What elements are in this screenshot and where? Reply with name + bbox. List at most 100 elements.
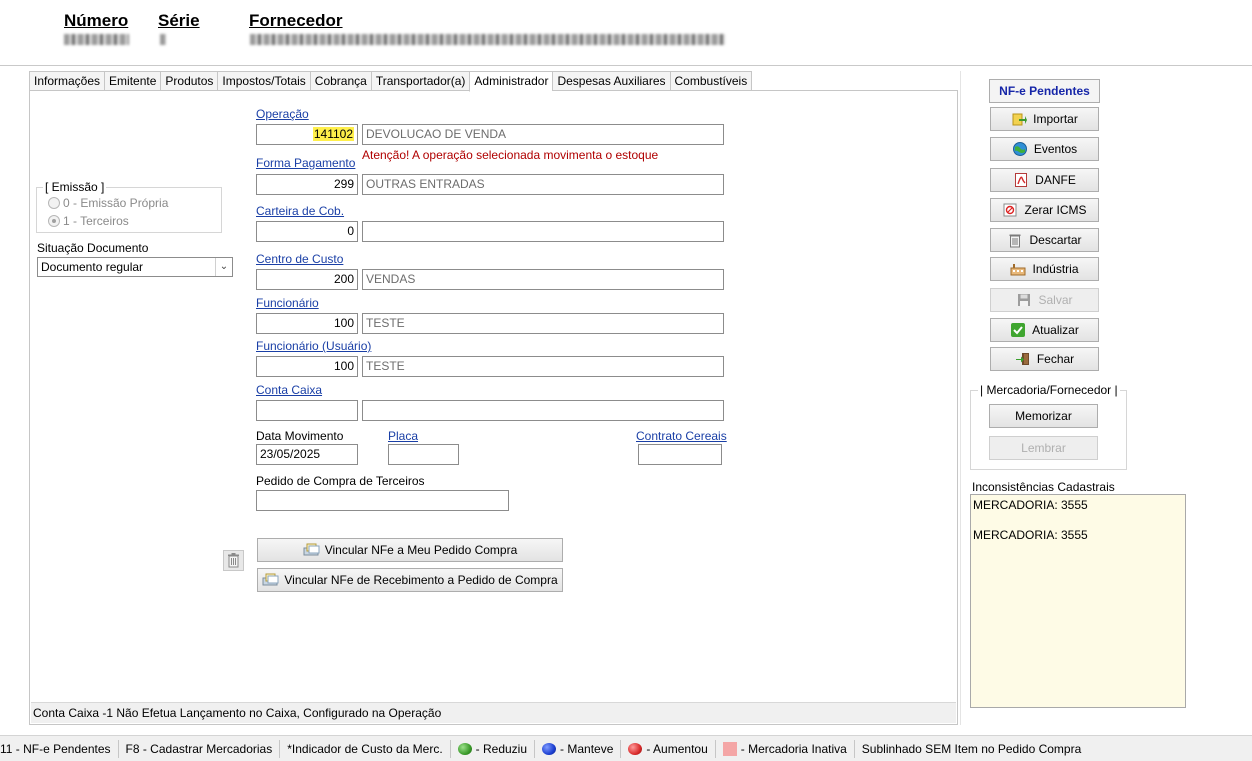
status-aumentou: - Aumentou — [621, 739, 716, 758]
atualizar-button[interactable]: Atualizar — [990, 318, 1099, 342]
tab-impostos-totais[interactable]: Impostos/Totais — [217, 71, 310, 91]
funcionario-usuario-desc-field[interactable]: TESTE — [362, 356, 724, 377]
status-reduziu-label: - Reduziu — [475, 741, 528, 756]
import-icon — [1011, 111, 1028, 127]
funcionario-code-field[interactable]: 100 — [256, 313, 358, 334]
forma-pagamento-link[interactable]: Forma Pagamento — [256, 156, 355, 170]
situacao-select[interactable]: Documento regular ⌄ — [37, 257, 233, 277]
mercadoria-fornecedor-title: | Mercadoria/Fornecedor | — [978, 383, 1120, 397]
tab-cobranca[interactable]: Cobrança — [309, 71, 371, 91]
forma-pagamento-desc-field[interactable]: OUTRAS ENTRADAS — [362, 174, 724, 195]
status-inativa-label: - Mercadoria Inativa — [740, 741, 847, 756]
carteira-link[interactable]: Carteira de Cob. — [256, 204, 344, 218]
status-indicador: *Indicador de Custo da Merc. — [280, 739, 451, 758]
memorizar-label: Memorizar — [1015, 409, 1072, 423]
tab-bar: Informações Emitente Produtos Impostos/T… — [29, 71, 753, 92]
serie-value-redacted — [160, 34, 166, 45]
danfe-button[interactable]: DANFE — [990, 168, 1099, 192]
data-movimento-field[interactable]: 23/05/2025 — [256, 444, 358, 465]
emissao-title: [ Emissão ] — [43, 180, 107, 194]
nfe-pendentes-title[interactable]: NF-e Pendentes — [989, 79, 1100, 103]
pedido-terceiros-field[interactable] — [256, 490, 509, 511]
zero-icon — [1002, 202, 1018, 218]
globe-icon — [1012, 141, 1028, 157]
status-f8-label: F8 - Cadastrar Mercadorias — [125, 741, 273, 756]
status-sublinhado-label: Sublinhado SEM Item no Pedido Compra — [861, 741, 1082, 756]
contrato-cereais-field[interactable] — [638, 444, 722, 465]
tab-combustiveis[interactable]: Combustíveis — [669, 71, 753, 91]
forma-pagamento-code-field[interactable]: 299 — [256, 174, 358, 195]
status-f8[interactable]: F8 - Cadastrar Mercadorias — [119, 739, 281, 758]
situacao-value: Documento regular — [41, 260, 144, 274]
status-f11[interactable]: 11 - NF-e Pendentes — [0, 739, 119, 758]
tab-transportador[interactable]: Transportador(a) — [370, 71, 470, 91]
panel-status-text: Conta Caixa -1 Não Efetua Lançamento no … — [31, 702, 956, 723]
tab-informacoes[interactable]: Informações — [29, 71, 105, 91]
fornecedor-label: Fornecedor — [249, 11, 343, 30]
fechar-button[interactable]: Fechar — [990, 347, 1099, 371]
funcionario-usuario-code-field[interactable]: 100 — [256, 356, 358, 377]
status-aumentou-label: - Aumentou — [646, 741, 708, 756]
memorizar-button[interactable]: Memorizar — [989, 404, 1098, 428]
list-item — [973, 513, 1183, 528]
radio-label: 1 - Terceiros — [63, 214, 129, 228]
lembrar-button[interactable]: Lembrar — [989, 436, 1098, 460]
conta-caixa-link[interactable]: Conta Caixa — [256, 383, 322, 397]
industria-button[interactable]: Indústria — [990, 257, 1099, 281]
status-indicador-label: *Indicador de Custo da Merc. — [287, 741, 443, 756]
funcionario-usuario-link[interactable]: Funcionário (Usuário) — [256, 339, 371, 353]
carteira-desc-field[interactable] — [362, 221, 724, 242]
descartar-label: Descartar — [1029, 233, 1082, 247]
eventos-button[interactable]: Eventos — [990, 137, 1099, 161]
atualizar-label: Atualizar — [1032, 323, 1079, 337]
radio-emissao-propria[interactable]: 0 - Emissão Própria — [48, 196, 168, 210]
zerar-icms-label: Zerar ICMS — [1024, 203, 1087, 217]
operacao-desc-field[interactable]: DEVOLUCAO DE VENDA — [362, 124, 724, 145]
carteira-code-field[interactable]: 0 — [256, 221, 358, 242]
status-f11-label: 11 - NF-e Pendentes — [0, 741, 111, 756]
tab-administrador[interactable]: Administrador — [469, 71, 553, 92]
factory-icon — [1010, 261, 1026, 277]
centro-custo-link[interactable]: Centro de Custo — [256, 252, 343, 266]
tab-produtos[interactable]: Produtos — [160, 71, 218, 91]
fechar-label: Fechar — [1036, 352, 1075, 366]
conta-caixa-code-field[interactable] — [256, 400, 358, 421]
radio-circle — [48, 215, 60, 227]
zerar-icms-button[interactable]: Zerar ICMS — [990, 198, 1099, 222]
funcionario-desc-field[interactable]: TESTE — [362, 313, 724, 334]
vincular-pedido-button[interactable]: Vincular NFe a Meu Pedido Compra — [257, 538, 563, 562]
descartar-button[interactable]: Descartar — [990, 228, 1099, 252]
status-manteve-label: - Manteve — [560, 741, 614, 756]
trash-icon — [1007, 232, 1023, 248]
danfe-label: DANFE — [1035, 173, 1076, 187]
trash-icon[interactable] — [223, 550, 244, 571]
floppy-icon — [1016, 292, 1032, 308]
exit-door-icon — [1015, 351, 1031, 367]
contrato-cereais-link[interactable]: Contrato Cereais — [636, 429, 727, 443]
placa-field[interactable] — [388, 444, 459, 465]
inconsistencias-label: Inconsistências Cadastrais — [972, 480, 1115, 494]
inconsistencias-list[interactable]: MERCADORIA: 3555 MERCADORIA: 3555 — [970, 494, 1186, 708]
radio-terceiros[interactable]: 1 - Terceiros — [48, 214, 129, 228]
importar-button[interactable]: Importar — [990, 107, 1099, 131]
tab-emitente[interactable]: Emitente — [104, 71, 161, 91]
lembrar-label: Lembrar — [1021, 441, 1066, 455]
fornecedor-value-redacted — [250, 34, 725, 45]
pink-square-icon — [722, 741, 737, 756]
placa-link[interactable]: Placa — [388, 429, 418, 443]
centro-custo-code-field[interactable]: 200 — [256, 269, 358, 290]
funcionario-link[interactable]: Funcionário — [256, 296, 319, 310]
serie-label: Série — [158, 11, 200, 30]
conta-caixa-desc-field[interactable] — [362, 400, 724, 421]
vincular-recebimento-button[interactable]: Vincular NFe de Recebimento a Pedido de … — [257, 568, 563, 592]
numero-value-redacted — [64, 34, 129, 45]
status-sublinhado: Sublinhado SEM Item no Pedido Compra — [855, 740, 1088, 758]
vincular-recebimento-label: Vincular NFe de Recebimento a Pedido de … — [284, 573, 558, 587]
salvar-button[interactable]: Salvar — [990, 288, 1099, 312]
blue-dot-icon — [542, 742, 557, 755]
tab-despesas-auxiliares[interactable]: Despesas Auxiliares — [552, 71, 670, 91]
operacao-code-field[interactable]: 141102 — [256, 124, 358, 145]
chevron-down-icon: ⌄ — [215, 258, 232, 276]
centro-custo-desc-field[interactable]: VENDAS — [362, 269, 724, 290]
operacao-link[interactable]: Operação — [256, 107, 309, 121]
